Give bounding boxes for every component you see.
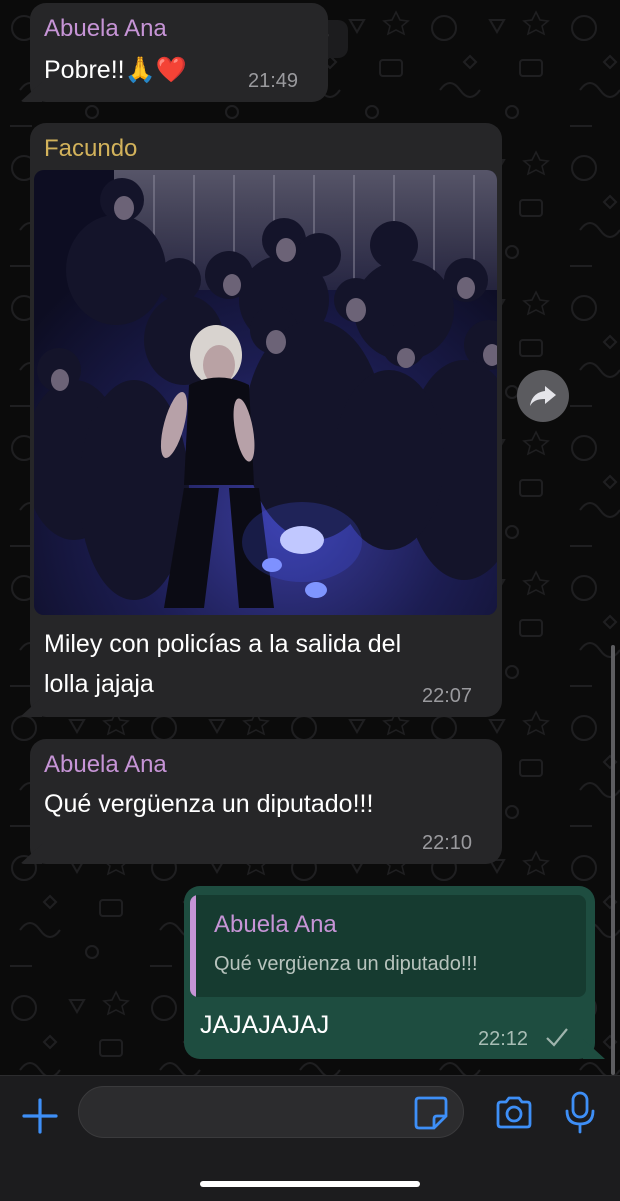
quoted-text: Qué vergüenza un diputado!!! — [214, 953, 478, 975]
message-text: JAJAJAJAJ — [200, 1011, 330, 1039]
quote-accent-bar — [190, 895, 196, 997]
message-text: lolla jajaja — [44, 670, 154, 698]
message-photo[interactable] — [34, 170, 497, 615]
message-bubble-incoming[interactable]: Abuela Ana Pobre!!🙏❤️ 21:49 — [30, 3, 328, 102]
microphone-icon[interactable] — [562, 1091, 598, 1135]
forward-button[interactable] — [517, 370, 569, 422]
sent-check-icon — [546, 1028, 568, 1047]
scrollbar[interactable] — [611, 645, 615, 1075]
forward-icon — [530, 386, 556, 406]
quoted-message[interactable]: Abuela Ana Qué vergüenza un diputado!!! — [190, 895, 586, 997]
message-time: 22:12 — [478, 1028, 529, 1050]
message-text: Miley con policías a la salida del — [44, 630, 402, 658]
message-time: 22:07 — [422, 685, 473, 707]
sender-name[interactable]: Abuela Ana — [44, 751, 167, 779]
message-text: Qué vergüenza un diputado!!! — [44, 790, 374, 818]
message-time: 22:10 — [422, 832, 473, 854]
message-time: 21:49 — [248, 70, 299, 92]
sender-name[interactable]: Abuela Ana — [44, 15, 167, 43]
sender-name[interactable]: Facundo — [44, 135, 137, 163]
message-input[interactable] — [78, 1086, 464, 1138]
camera-icon[interactable] — [494, 1093, 534, 1133]
message-input-bar — [0, 1075, 620, 1201]
message-text: Pobre!!🙏❤️ — [44, 56, 187, 84]
plus-icon[interactable] — [20, 1096, 60, 1136]
sticker-icon[interactable] — [412, 1094, 450, 1132]
home-indicator[interactable] — [200, 1181, 420, 1187]
message-bubble-incoming[interactable]: Abuela Ana Qué vergüenza un diputado!!! … — [30, 739, 502, 864]
quoted-sender: Abuela Ana — [214, 911, 337, 938]
